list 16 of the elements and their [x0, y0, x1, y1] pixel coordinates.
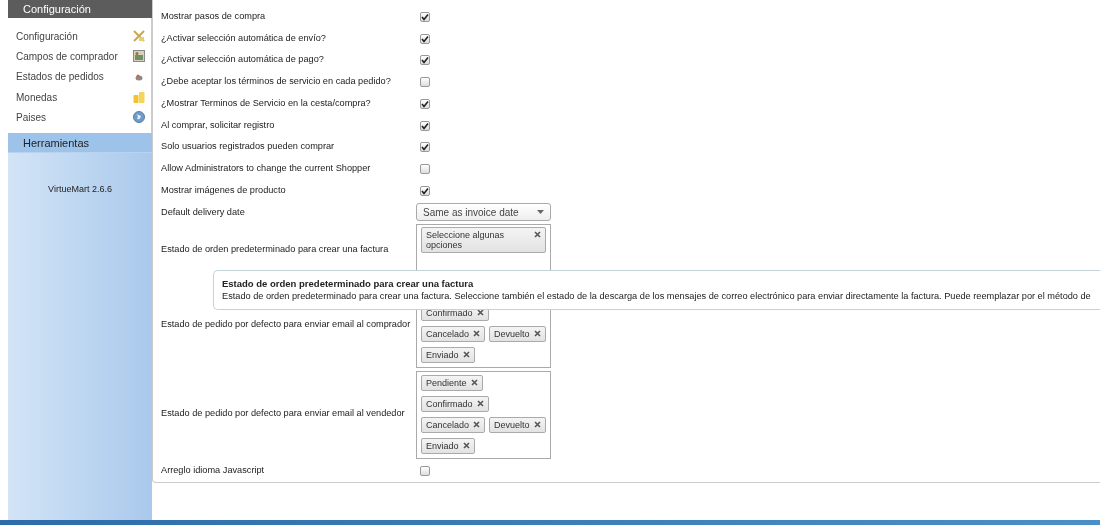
setting-label: Allow Administrators to change the current Shopper	[161, 162, 371, 176]
setting-label: Mostrar imágenes de producto	[161, 183, 286, 197]
setting-label: Estado de pedido por defecto para enviar email al comprador	[161, 318, 411, 332]
setting-label: Solo usuarios registrados pueden comprar	[161, 140, 335, 154]
setting-label: Default delivery date	[161, 205, 245, 219]
setting-label: Estado de orden predeterminado para crear una factura	[161, 243, 389, 257]
setting-label: Arreglo idioma Javascript	[161, 464, 265, 478]
setting-label: ¿Mostrar Terminos de Servicio en la cesta/compra?	[161, 96, 371, 110]
sidebar-header: Configuración	[8, 0, 152, 18]
setting-label: Al comprar, solicitar registro	[161, 118, 275, 132]
setting-label: ¿Activar selección automática de envío?	[161, 31, 326, 45]
setting-label: ¿Debe aceptar los términos de servicio en cada pedido?	[161, 75, 391, 89]
version-text: VirtueMart 2.6.6	[48, 183, 112, 196]
setting-label: Mostrar pasos de compra	[161, 9, 266, 23]
setting-label: ¿Activar selección automática de pago?	[161, 53, 324, 67]
setting-label: Estado de pedido por defecto para enviar email al vendedor	[161, 407, 405, 421]
